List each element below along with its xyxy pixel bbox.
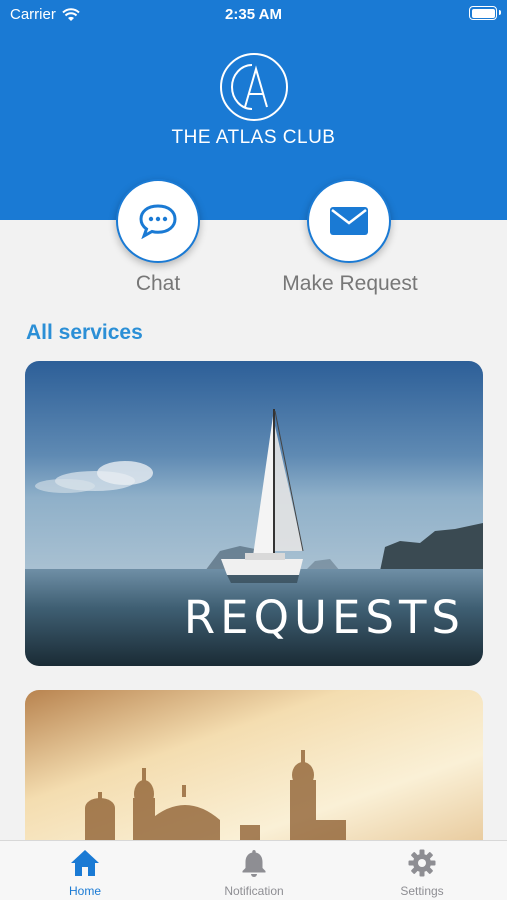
home-icon	[71, 850, 99, 876]
palace-image	[25, 690, 483, 850]
tab-bar: Home Notification Settings	[0, 840, 507, 900]
club-name: THE ATLAS CLUB	[171, 127, 336, 148]
service-card-requests[interactable]: REQUESTS	[25, 361, 483, 666]
chat-label[interactable]: Chat	[58, 272, 258, 296]
gear-icon	[408, 849, 436, 877]
tab-notification-label: Notification	[224, 884, 284, 898]
tab-home-label: Home	[68, 884, 101, 898]
service-card-palace[interactable]	[25, 690, 483, 850]
chat-bubble-icon	[139, 204, 177, 239]
app-header: THE ATLAS CLUB	[0, 0, 507, 220]
requests-card-label: REQUESTS	[183, 591, 465, 644]
envelope-icon	[330, 207, 368, 235]
section-title-all-services: All services	[26, 321, 143, 344]
make-request-button[interactable]	[307, 179, 391, 263]
bell-icon	[242, 850, 266, 877]
tab-notification[interactable]: Notification	[194, 841, 314, 900]
status-bar: Carrier 2:35 AM	[0, 0, 507, 30]
tab-home[interactable]: Home	[25, 841, 145, 900]
atlas-club-logo	[220, 53, 288, 121]
tab-settings-label: Settings	[400, 884, 444, 898]
status-time: 2:35 AM	[225, 6, 282, 23]
make-request-label[interactable]: Make Request	[250, 272, 450, 296]
chat-button[interactable]	[116, 179, 200, 263]
battery-icon	[469, 6, 501, 20]
tab-settings[interactable]: Settings	[362, 841, 482, 900]
